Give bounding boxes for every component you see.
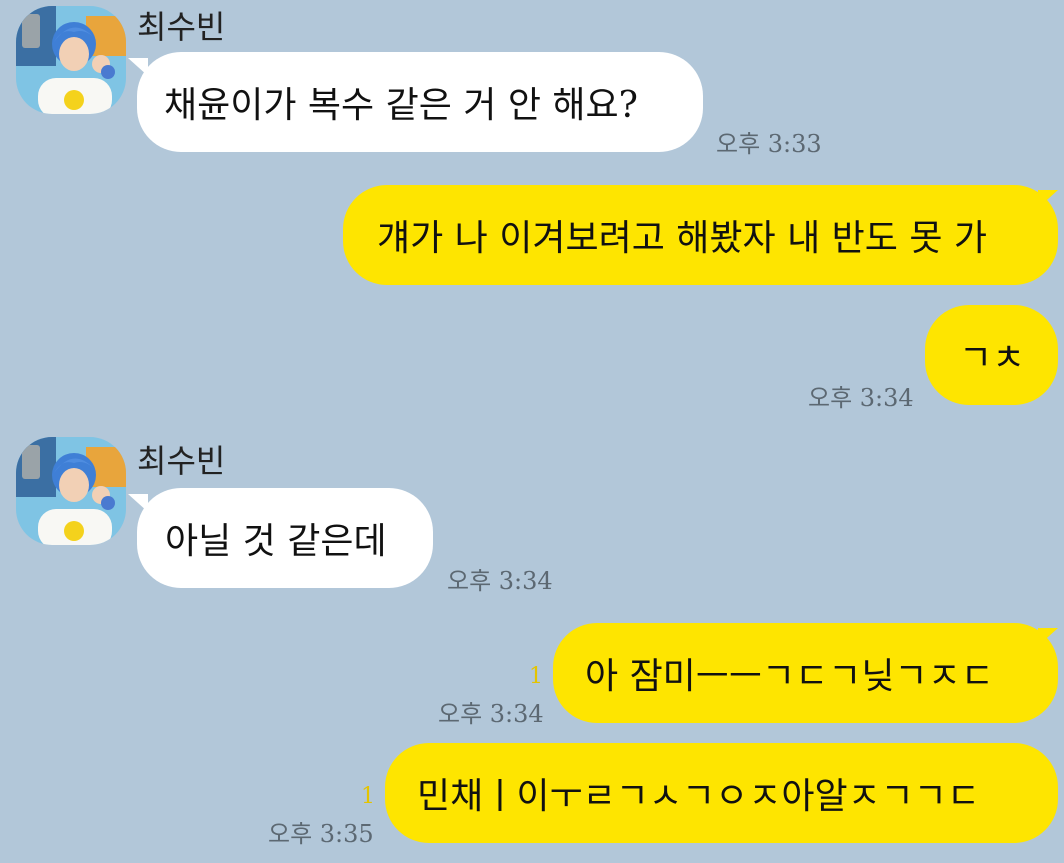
message-bubble-incoming[interactable]: 채윤이가 복수 같은 거 안 해요?	[137, 52, 703, 152]
profile-photo-icon	[16, 6, 126, 114]
message-text: 아닐 것 같은데	[165, 521, 387, 562]
sender-name: 최수빈	[137, 8, 226, 46]
message-bubble-outgoing[interactable]: ㄱㅊ	[925, 305, 1058, 405]
unread-count: 1	[361, 784, 375, 809]
message-text: 걔가 나 이겨보려고 해봤자 내 반도 못 가	[377, 218, 988, 259]
message-bubble-outgoing[interactable]: 민채ㅣ이ㅜㄹㄱㅅㄱㅇㅈ아알ㅈㄱㄱㄷ	[385, 743, 1058, 843]
unread-count: 1	[529, 664, 543, 689]
avatar[interactable]	[16, 437, 126, 545]
message-text: 아 잠미ㅡㅡㄱㄷㄱ닞ㄱㅈㄷ	[585, 656, 994, 697]
message-time: 오후 3:34	[438, 700, 544, 728]
message-text: 민채ㅣ이ㅜㄹㄱㅅㄱㅇㅈ아알ㅈㄱㄱㄷ	[417, 776, 981, 817]
message-time: 오후 3:35	[268, 820, 374, 848]
chat-area[interactable]: 최수빈 채윤이가 복수 같은 거 안 해요? 오후 3:33 걔가 나 이겨보려…	[0, 0, 1064, 863]
message-time: 오후 3:34	[808, 384, 914, 412]
profile-photo-icon	[16, 437, 126, 545]
message-bubble-outgoing[interactable]: 걔가 나 이겨보려고 해봤자 내 반도 못 가	[343, 185, 1058, 285]
message-text: 채윤이가 복수 같은 거 안 해요?	[164, 85, 638, 126]
message-bubble-outgoing[interactable]: 아 잠미ㅡㅡㄱㄷㄱ닞ㄱㅈㄷ	[553, 623, 1058, 723]
message-text: ㄱㅊ	[959, 338, 1026, 379]
message-bubble-incoming[interactable]: 아닐 것 같은데	[137, 488, 433, 588]
message-time: 오후 3:33	[716, 130, 822, 158]
avatar[interactable]	[16, 6, 126, 114]
message-time: 오후 3:34	[447, 567, 553, 595]
sender-name: 최수빈	[137, 442, 226, 480]
